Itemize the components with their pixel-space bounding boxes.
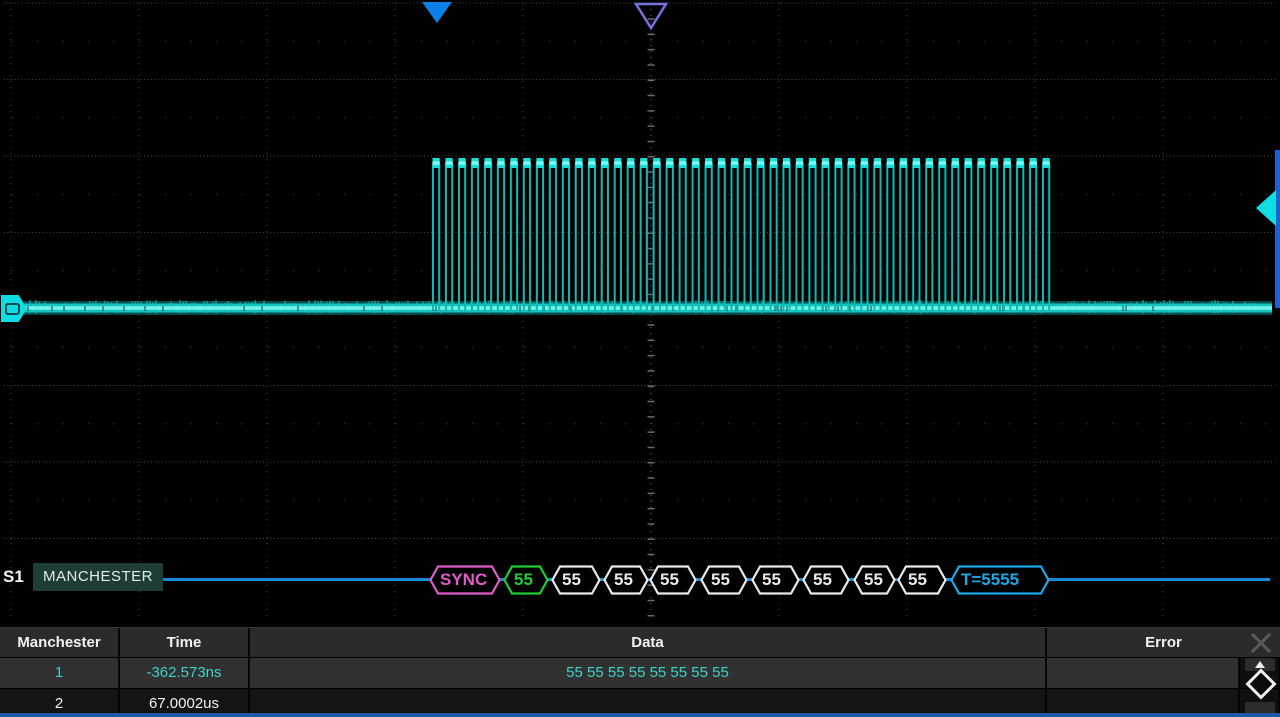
close-icon[interactable] bbox=[1248, 630, 1274, 656]
decode-result-table: Manchester Time Data Error 1 -362.573ns … bbox=[0, 627, 1280, 717]
table-row[interactable]: 1 -362.573ns 55 55 55 55 55 55 55 55 bbox=[0, 657, 1280, 688]
arrow-up-icon bbox=[1255, 661, 1265, 668]
bubble-text: 55 bbox=[514, 570, 533, 590]
column-header-time: Time bbox=[120, 628, 250, 657]
bubble-text: 55 bbox=[762, 570, 781, 590]
bubble-text: 55 bbox=[660, 570, 679, 590]
bubble-text: 55 bbox=[864, 570, 883, 590]
trigger-reference-marker[interactable] bbox=[633, 1, 669, 31]
decode-bubble-frame-value: T=5555 bbox=[950, 565, 1050, 595]
decode-bubble-byte: 55 bbox=[751, 565, 800, 595]
column-header-error: Error bbox=[1047, 628, 1280, 657]
trigger-level-marker[interactable] bbox=[1256, 190, 1276, 226]
column-header-manchester: Manchester bbox=[0, 628, 120, 657]
bubble-text: T=5555 bbox=[961, 570, 1019, 590]
cell-error bbox=[1047, 658, 1240, 688]
bubble-text: 55 bbox=[813, 570, 832, 590]
decode-bus-row: S1 MANCHESTER SYNC 55 55 55 55 55 55 55 … bbox=[0, 560, 1280, 602]
column-header-data: Data bbox=[250, 628, 1047, 657]
decode-bubble-byte: 55 bbox=[649, 565, 697, 595]
decode-bubble-byte: 55 bbox=[551, 565, 601, 595]
bubble-text: 55 bbox=[562, 570, 581, 590]
cell-time: -362.573ns bbox=[120, 658, 250, 688]
cell-data: 55 55 55 55 55 55 55 55 bbox=[250, 658, 1047, 688]
decode-bubble-byte: 55 bbox=[853, 565, 896, 595]
decode-source-label: S1 bbox=[3, 567, 24, 587]
oscilloscope-screen: S1 MANCHESTER SYNC 55 55 55 55 55 55 55 … bbox=[0, 0, 1280, 717]
decode-bubble-byte: 55 bbox=[802, 565, 850, 595]
move-diamond-icon[interactable] bbox=[1245, 668, 1276, 699]
channel-glyph bbox=[5, 303, 20, 315]
decode-bubble-byte: 55 bbox=[503, 565, 549, 595]
table-header-row: Manchester Time Data Error bbox=[0, 627, 1280, 657]
cell-index: 1 bbox=[0, 658, 120, 688]
decode-protocol-label[interactable]: MANCHESTER bbox=[33, 563, 163, 591]
graticule-and-trace bbox=[0, 0, 1280, 625]
decode-bubble-byte: 55 bbox=[603, 565, 649, 595]
bubble-text: SYNC bbox=[440, 570, 487, 590]
table-scroll-widget bbox=[1240, 658, 1280, 717]
bubble-text: 55 bbox=[614, 570, 633, 590]
bottom-accent-line bbox=[0, 713, 1280, 717]
waveform-display: S1 MANCHESTER SYNC 55 55 55 55 55 55 55 … bbox=[0, 0, 1280, 625]
decode-bubble-sync: SYNC bbox=[429, 565, 501, 595]
bubble-text: 55 bbox=[908, 570, 927, 590]
decode-bubble-byte: 55 bbox=[897, 565, 947, 595]
trigger-level-strip bbox=[1275, 150, 1280, 308]
bubble-text: 55 bbox=[711, 570, 730, 590]
decode-bubble-byte: 55 bbox=[700, 565, 748, 595]
trigger-position-marker[interactable] bbox=[422, 2, 452, 23]
